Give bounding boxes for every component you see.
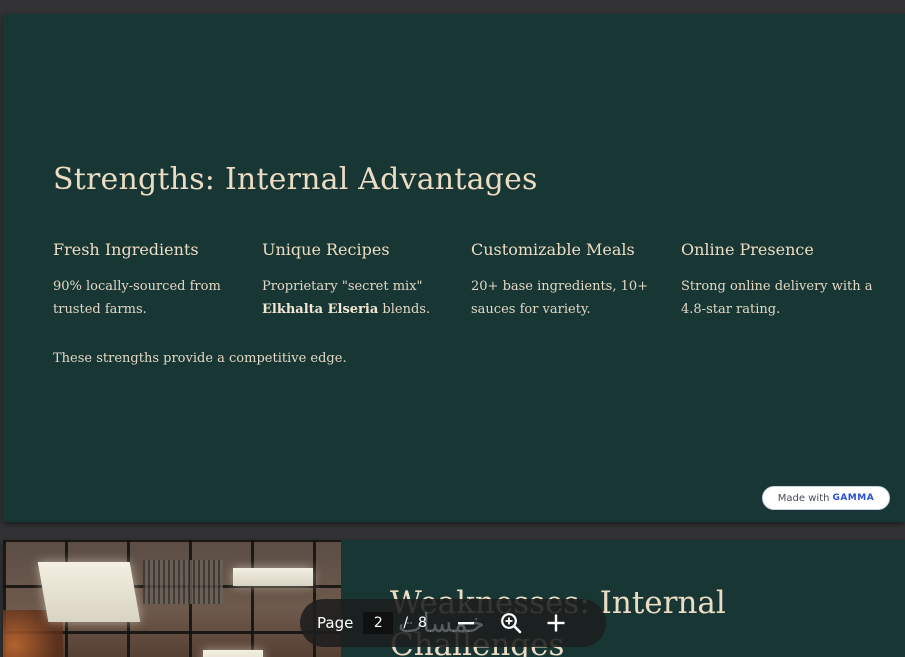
ceiling-photo xyxy=(3,540,341,657)
page-total: 8 xyxy=(418,615,427,631)
slide-strengths: Strengths: Internal Advantages Fresh Ing… xyxy=(3,14,905,522)
strength-customizable-meals: Customizable Meals 20+ base ingredients,… xyxy=(471,240,666,321)
strength-online-presence: Online Presence Strong online delivery w… xyxy=(681,240,876,321)
page-label: Page xyxy=(317,614,354,632)
plus-icon xyxy=(547,614,565,632)
column-heading: Fresh Ingredients xyxy=(53,240,199,259)
slide-title: Strengths: Internal Advantages xyxy=(53,162,538,197)
column-text: 90% locally-sourced from trusted farms. xyxy=(53,279,221,317)
strength-fresh-ingredients: Fresh Ingredients 90% locally-sourced fr… xyxy=(53,240,248,321)
page-toolbar: Page / 8 xyxy=(300,599,606,647)
strength-unique-recipes: Unique Recipes Proprietary "secret mix" … xyxy=(262,240,457,321)
zoom-fit-button[interactable] xyxy=(494,606,528,640)
ceiling-vent xyxy=(143,560,223,604)
ceiling-light xyxy=(37,562,141,622)
column-text: 20+ base ingredients, 10+ sauces for var… xyxy=(471,279,649,317)
column-heading: Unique Recipes xyxy=(262,240,390,259)
pdf-viewer: Strengths: Internal Advantages Fresh Ing… xyxy=(0,0,905,657)
column-text: Strong online delivery with a 4.8-star r… xyxy=(681,279,873,317)
minus-icon xyxy=(457,622,474,625)
column-text-part: blends. xyxy=(382,302,431,317)
column-text: Proprietary "secret mix" Elkhalta Elseri… xyxy=(262,275,457,321)
gamma-logo: GAMMA xyxy=(832,493,875,503)
column-text-bold: Elkhalta Elseria xyxy=(262,302,379,317)
slide-footer-text: These strengths provide a competitive ed… xyxy=(53,351,347,366)
column-heading: Online Presence xyxy=(681,240,814,259)
page-separator: / xyxy=(403,615,409,631)
page-number-input[interactable] xyxy=(363,612,394,634)
column-heading: Customizable Meals xyxy=(471,240,635,259)
column-text-part: Proprietary "secret mix" xyxy=(262,279,423,294)
magnifier-plus-icon xyxy=(501,613,522,634)
made-with-gamma-badge[interactable]: Made with GAMMA xyxy=(762,486,890,510)
ceiling-light xyxy=(233,568,313,586)
zoom-out-button[interactable] xyxy=(449,606,483,640)
zoom-in-button[interactable] xyxy=(539,606,573,640)
badge-prefix: Made with xyxy=(777,492,830,504)
ceiling-light xyxy=(203,650,263,657)
